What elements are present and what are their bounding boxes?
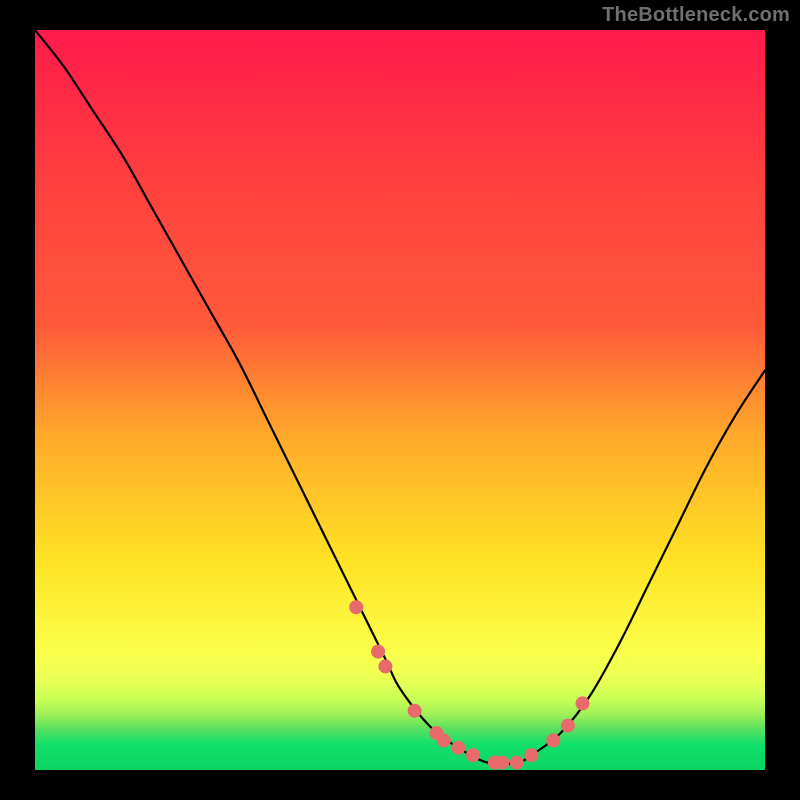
marker-point (561, 719, 575, 733)
marker-point (495, 756, 509, 770)
marker-point (408, 704, 422, 718)
marker-point (371, 645, 385, 659)
marker-point (546, 733, 560, 747)
marker-point (466, 748, 480, 762)
chart-frame: TheBottleneck.com (0, 0, 800, 800)
marker-point (451, 741, 465, 755)
bottleneck-chart (0, 0, 800, 800)
gradient-background (35, 30, 765, 770)
marker-point (378, 659, 392, 673)
marker-point (524, 748, 538, 762)
marker-point (437, 733, 451, 747)
marker-point (576, 696, 590, 710)
marker-point (349, 600, 363, 614)
marker-point (510, 756, 524, 770)
